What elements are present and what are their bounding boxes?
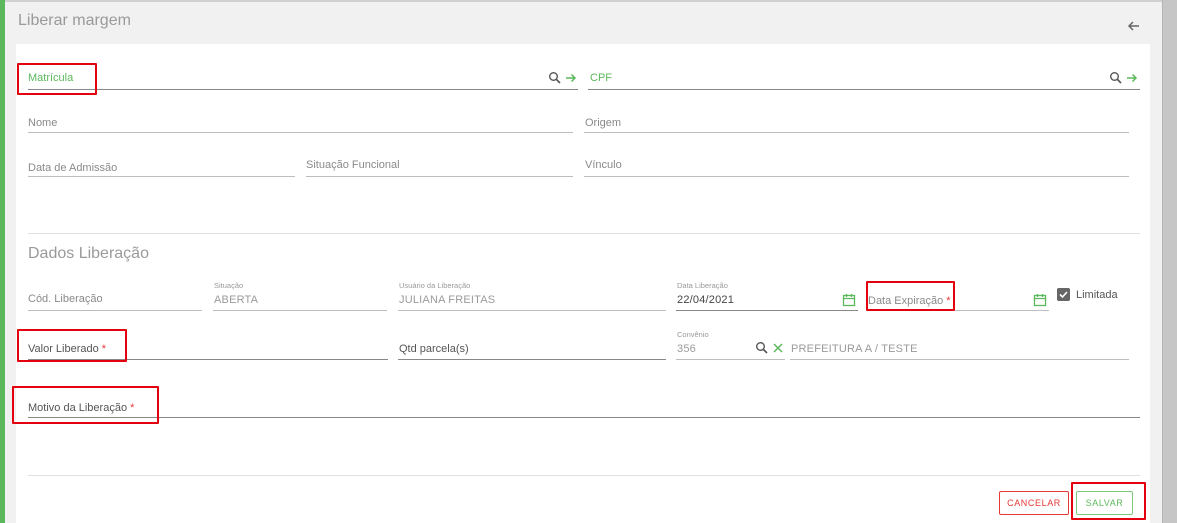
convenio-code-field[interactable]: [676, 359, 785, 360]
situacao-field: [213, 310, 387, 311]
valor-liberado-highlight: [17, 329, 127, 362]
cpf-label: CPF: [590, 72, 612, 84]
section-divider: [28, 233, 1140, 234]
form-card: [16, 44, 1150, 523]
parcelas-label: Qtd parcela(s): [399, 343, 469, 355]
usuario-field: [398, 310, 666, 311]
origem-label: Origem: [585, 117, 622, 129]
cancel-button[interactable]: CANCELAR: [999, 491, 1069, 515]
search-icon[interactable]: [1109, 71, 1123, 85]
cod-liberacao-field[interactable]: [28, 310, 202, 311]
data-liberacao-label: Data Liberação: [677, 281, 728, 290]
scrollbar[interactable]: [1162, 0, 1177, 523]
arrow-right-icon[interactable]: [564, 71, 578, 85]
usuario-label: Usuário da Liberação: [399, 281, 471, 290]
save-highlight: [1071, 482, 1146, 520]
footer-divider: [28, 475, 1140, 476]
page-title: Liberar margem: [18, 12, 131, 29]
data-expiracao-highlight: [866, 281, 955, 311]
cod-liberacao-label: Cód. Liberação: [28, 293, 103, 305]
search-icon[interactable]: [755, 341, 769, 355]
admissao-label: Data de Admissão: [28, 162, 118, 174]
motivo-highlight: [12, 386, 159, 424]
limitada-label: Limitada: [1076, 289, 1118, 301]
top-border: [5, 0, 1162, 2]
parcelas-field[interactable]: [398, 359, 666, 360]
calendar-icon[interactable]: [1033, 293, 1047, 307]
motivo-field[interactable]: [28, 417, 1140, 418]
data-liberacao-value[interactable]: 22/04/2021: [677, 294, 734, 306]
clear-icon[interactable]: [771, 341, 785, 355]
arrow-right-icon[interactable]: [1125, 71, 1139, 85]
limitada-checkbox[interactable]: [1057, 288, 1070, 301]
convenio-name-field: [790, 359, 1129, 360]
calendar-icon[interactable]: [842, 293, 856, 307]
nome-label: Nome: [28, 117, 58, 129]
accent-bar: [0, 0, 5, 523]
search-icon[interactable]: [548, 71, 562, 85]
vinculo-label: Vínculo: [585, 159, 622, 171]
nome-field[interactable]: [28, 132, 573, 133]
usuario-value: JULIANA FREITAS: [399, 294, 496, 306]
data-liberacao-field[interactable]: [676, 310, 858, 311]
convenio-code[interactable]: 356: [677, 343, 696, 355]
situacao-funcional-field[interactable]: [306, 176, 573, 177]
matricula-highlight: [17, 63, 97, 95]
cpf-input[interactable]: [588, 89, 1140, 90]
admissao-field[interactable]: [28, 176, 295, 177]
convenio-label: Convênio: [677, 330, 709, 339]
section-title: Dados Liberação: [28, 245, 149, 262]
matricula-input[interactable]: [28, 89, 578, 90]
convenio-name: PREFEITURA A / TESTE: [791, 343, 918, 355]
situacao-value: ABERTA: [214, 294, 259, 306]
back-arrow-icon[interactable]: [1126, 18, 1142, 34]
vinculo-field[interactable]: [584, 176, 1129, 177]
situacao-label: Situação: [214, 281, 244, 290]
situacao-funcional-label: Situação Funcional: [306, 159, 400, 171]
origem-field[interactable]: [584, 132, 1129, 133]
